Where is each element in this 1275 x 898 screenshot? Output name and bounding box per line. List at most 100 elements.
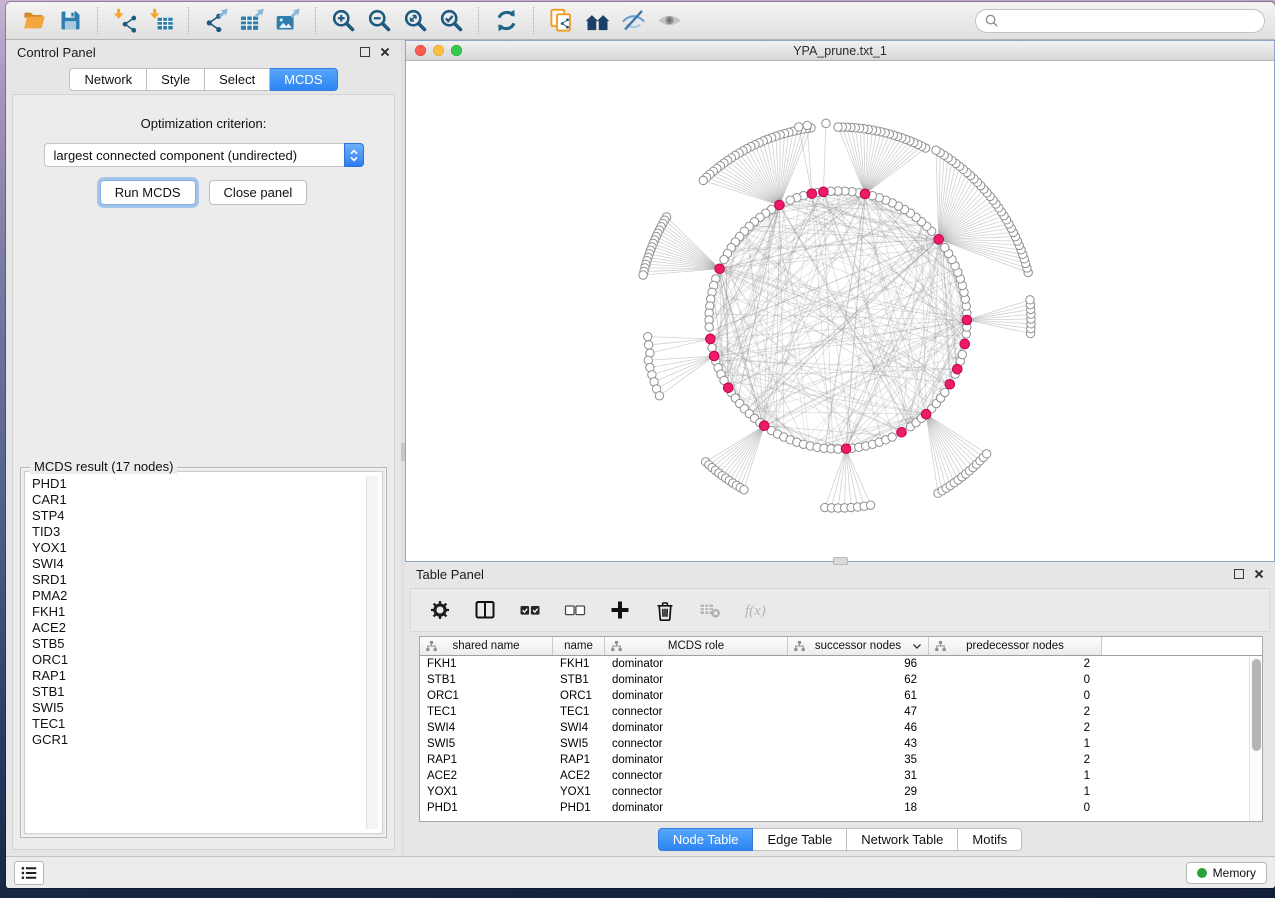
network-canvas[interactable] (406, 61, 1274, 561)
mcds-result-item[interactable]: YOX1 (32, 540, 382, 556)
table-cell: SWI4 (420, 720, 553, 736)
chevron-down-icon (912, 643, 922, 650)
tab-edge-table[interactable]: Edge Table (753, 828, 847, 851)
table-cell: 1 (929, 784, 1102, 800)
zoom-fit-button[interactable] (397, 6, 433, 36)
window-close-icon[interactable] (415, 45, 426, 56)
table-row[interactable]: YOX1YOX1connector291 (420, 784, 1262, 800)
settings-button[interactable] (428, 598, 452, 622)
mcds-result-item[interactable]: RAP1 (32, 668, 382, 684)
table-row[interactable]: TEC1TEC1connector472 (420, 704, 1262, 720)
table-row[interactable]: ACE2ACE2connector311 (420, 768, 1262, 784)
add-column-button[interactable] (608, 598, 632, 622)
table-cell: 62 (788, 672, 929, 688)
memory-button[interactable]: Memory (1186, 862, 1267, 884)
mcds-result-item[interactable]: STB1 (32, 684, 382, 700)
column-header-shared-name[interactable]: shared name (420, 637, 553, 655)
export-image-button[interactable] (270, 6, 306, 36)
mcds-result-item[interactable]: CAR1 (32, 492, 382, 508)
column-header-successor-nodes[interactable]: successor nodes (788, 637, 929, 655)
search-input[interactable] (1003, 13, 1255, 28)
mcds-result-item[interactable]: FKH1 (32, 604, 382, 620)
save-button[interactable] (52, 6, 88, 36)
apply-layout-icon (493, 7, 520, 34)
zoom-out-button[interactable] (361, 6, 397, 36)
column-header-predecessor-nodes[interactable]: predecessor nodes (929, 637, 1102, 655)
tab-motifs[interactable]: Motifs (958, 828, 1022, 851)
delete-entries-button[interactable] (653, 598, 677, 622)
mcds-result-item[interactable]: ACE2 (32, 620, 382, 636)
mcds-result-item[interactable]: ORC1 (32, 652, 382, 668)
table-cell: FKH1 (420, 656, 553, 672)
float-table-panel-icon[interactable] (1234, 569, 1244, 579)
mcds-result-item[interactable]: STB5 (32, 636, 382, 652)
panel-menu-button[interactable] (14, 861, 44, 885)
deselect-all-button[interactable] (563, 598, 587, 622)
table-row[interactable]: STB1STB1dominator620 (420, 672, 1262, 688)
import-table-button[interactable] (143, 6, 179, 36)
network-graph[interactable] (406, 61, 1274, 561)
close-panel-icon[interactable] (380, 47, 390, 57)
tab-network-table[interactable]: Network Table (847, 828, 958, 851)
mcds-result-item[interactable]: GCR1 (32, 732, 382, 748)
tab-style[interactable]: Style (147, 68, 205, 91)
window-minimize-icon[interactable] (433, 45, 444, 56)
column-header-mcds-role[interactable]: MCDS role (605, 637, 788, 655)
table-cell: dominator (605, 720, 788, 736)
split-view-button[interactable] (473, 598, 497, 622)
tree-icon (426, 641, 437, 651)
mcds-list-scrollbar[interactable] (366, 476, 378, 829)
open-button[interactable] (16, 6, 52, 36)
clone-network-button[interactable] (543, 6, 579, 36)
zoom-selected-button[interactable] (433, 6, 469, 36)
float-panel-icon[interactable] (360, 47, 370, 57)
table-row[interactable]: ORC1ORC1dominator610 (420, 688, 1262, 704)
mcds-result-item[interactable]: SWI5 (32, 700, 382, 716)
tab-mcds[interactable]: MCDS (270, 68, 337, 91)
table-row[interactable]: RAP1RAP1dominator352 (420, 752, 1262, 768)
apply-layout-button[interactable] (488, 6, 524, 36)
mcds-result-list[interactable]: PHD1CAR1STP4TID3YOX1SWI4SRD1PMA2FKH1ACE2… (24, 471, 383, 834)
hide-graphics-details-button[interactable] (615, 6, 651, 36)
close-table-panel-icon[interactable] (1254, 569, 1264, 579)
table-scrollbar-thumb[interactable] (1252, 659, 1261, 751)
network-window-titlebar[interactable]: YPA_prune.txt_1 (406, 41, 1274, 61)
horizontal-splitter-handle[interactable] (833, 557, 848, 565)
table-cell: 2 (929, 752, 1102, 768)
table-row[interactable]: FKH1FKH1dominator962 (420, 656, 1262, 672)
first-neighbors-button[interactable] (579, 6, 615, 36)
table-row[interactable]: SWI5SWI5connector431 (420, 736, 1262, 752)
tab-network[interactable]: Network (69, 68, 147, 91)
import-network-button[interactable] (107, 6, 143, 36)
window-maximize-icon[interactable] (451, 45, 462, 56)
run-mcds-button[interactable]: Run MCDS (100, 180, 196, 205)
table-cell: FKH1 (553, 656, 605, 672)
mcds-result-item[interactable]: SWI4 (32, 556, 382, 572)
mcds-result-item[interactable]: TID3 (32, 524, 382, 540)
select-stepper-icon (344, 143, 364, 167)
tab-select[interactable]: Select (205, 68, 270, 91)
table-scrollbar[interactable] (1249, 656, 1262, 821)
save-icon (57, 7, 84, 34)
export-network-button[interactable] (198, 6, 234, 36)
mcds-result-item[interactable]: TEC1 (32, 716, 382, 732)
mcds-result-item[interactable]: STP4 (32, 508, 382, 524)
column-label: predecessor nodes (966, 640, 1064, 652)
close-panel-button[interactable]: Close panel (209, 180, 308, 205)
mcds-result-item[interactable]: PHD1 (32, 476, 382, 492)
mcds-result-item[interactable]: PMA2 (32, 588, 382, 604)
select-all-button[interactable] (518, 598, 542, 622)
tab-node-table[interactable]: Node Table (658, 828, 754, 851)
table-row[interactable]: SWI4SWI4dominator462 (420, 720, 1262, 736)
optimization-criterion-select[interactable]: largest connected component (undirected) (44, 143, 364, 167)
export-table-button[interactable] (234, 6, 270, 36)
zoom-selected-icon (438, 7, 465, 34)
table-cell: RAP1 (420, 752, 553, 768)
mcds-result-item[interactable]: SRD1 (32, 572, 382, 588)
main-toolbar (6, 2, 1275, 40)
zoom-in-button[interactable] (325, 6, 361, 36)
delete-entries-icon (654, 599, 676, 621)
table-row[interactable]: PHD1PHD1dominator180 (420, 800, 1262, 816)
search-field[interactable] (975, 9, 1265, 33)
column-header-name[interactable]: name (553, 637, 605, 655)
